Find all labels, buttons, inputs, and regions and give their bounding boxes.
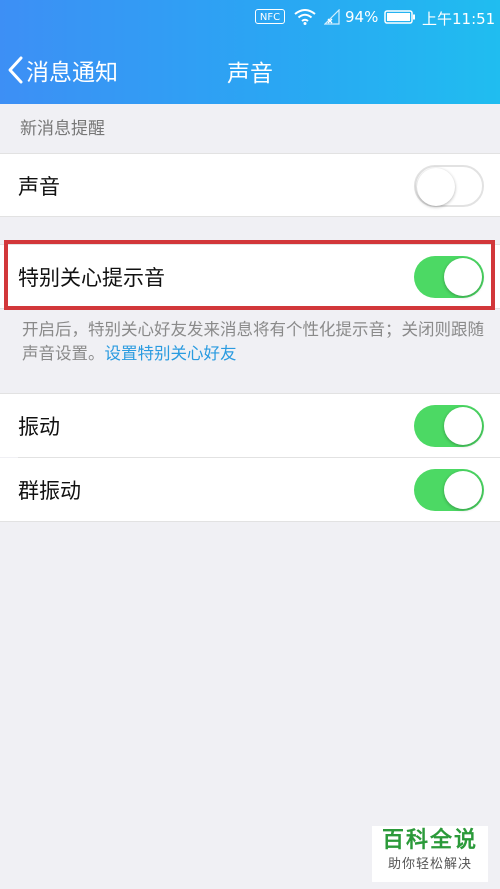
sound-label: 声音 bbox=[18, 174, 60, 199]
section-title: 新消息提醒 bbox=[20, 119, 105, 139]
toggle-knob bbox=[444, 406, 482, 445]
battery-icon bbox=[384, 10, 415, 24]
special-care-tone-row: 特别关心提示音 bbox=[0, 245, 500, 308]
vibration-toggle[interactable] bbox=[414, 404, 484, 447]
clock: 上午11:51 bbox=[422, 10, 496, 28]
toggle-knob bbox=[417, 167, 455, 206]
vibration-label: 振动 bbox=[18, 414, 60, 439]
divider bbox=[0, 216, 500, 217]
watermark-logo: 百科全说 助你轻松解决 bbox=[372, 826, 488, 882]
watermark-title: 百科全说 bbox=[381, 828, 478, 853]
toggle-knob bbox=[444, 257, 482, 296]
group-vibration-label: 群振动 bbox=[18, 478, 81, 503]
watermark-subtitle: 助你轻松解决 bbox=[387, 857, 472, 872]
special-care-tone-label: 特别关心提示音 bbox=[18, 265, 165, 290]
page-title: 声音 bbox=[227, 61, 273, 87]
status-bar: NFC 94% 上午11:51 bbox=[0, 0, 500, 34]
divider bbox=[0, 521, 500, 522]
battery-percent: 94% bbox=[345, 8, 379, 26]
divider bbox=[0, 308, 500, 309]
header-bar: NFC 94% 上午11:51 消息通知 声音 bbox=[0, 0, 500, 104]
group-vibration-toggle[interactable] bbox=[414, 468, 484, 511]
sound-row: 声音 bbox=[0, 154, 500, 217]
vibration-row: 振动 bbox=[0, 394, 500, 457]
sound-toggle[interactable] bbox=[414, 164, 484, 207]
wifi-icon bbox=[294, 9, 316, 25]
group-vibration-row: 群振动 bbox=[0, 458, 500, 521]
signal-icon bbox=[324, 9, 340, 25]
special-care-description: 开启后，特别关心好友发来消息将有个性化提示音；关闭则跟随声音设置。设置特别关心好… bbox=[22, 318, 484, 366]
description-text: 开启后，特别关心好友发来消息将有个性化提示音；关闭则跟随声音设置。 bbox=[22, 320, 484, 363]
nfc-indicator: NFC bbox=[255, 9, 285, 24]
toggle-knob bbox=[444, 470, 482, 509]
special-care-tone-toggle[interactable] bbox=[414, 255, 484, 298]
set-special-care-friends-link[interactable]: 设置特别关心好友 bbox=[105, 344, 237, 363]
